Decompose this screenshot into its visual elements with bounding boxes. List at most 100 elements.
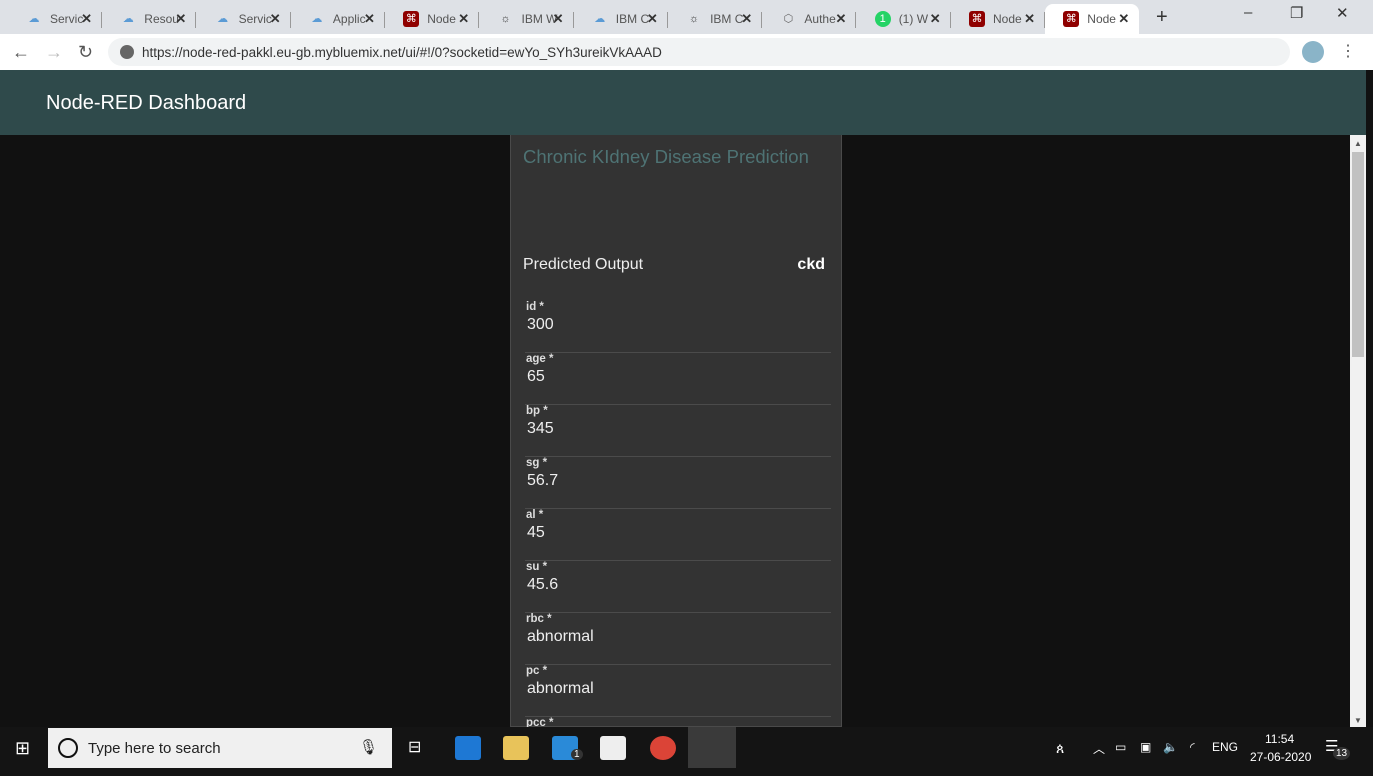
url-field[interactable]: https://node-red-pakkl.eu-gb.mybluemix.n… bbox=[108, 38, 1290, 66]
field-label: pc * bbox=[526, 665, 548, 677]
field-input[interactable]: abnormal bbox=[527, 628, 594, 646]
browser-tab[interactable]: ☁ IBM C ✕ bbox=[574, 4, 668, 34]
security-alert-icon[interactable]: ▣ bbox=[1140, 740, 1151, 754]
browser-tab[interactable]: ☁ Applic ✕ bbox=[291, 4, 385, 34]
back-button[interactable]: ← bbox=[12, 42, 30, 63]
page-scrollbar[interactable]: ▲ ▼ bbox=[1350, 135, 1366, 727]
close-tab-icon[interactable]: ✕ bbox=[1118, 11, 1129, 27]
cloud-icon: ☁ bbox=[594, 13, 606, 25]
scroll-up-icon[interactable]: ▲ bbox=[1354, 139, 1362, 148]
scroll-down-icon[interactable]: ▼ bbox=[1354, 716, 1362, 725]
card-title: Chronic KIdney Disease Prediction bbox=[523, 146, 809, 167]
close-tab-icon[interactable]: ✕ bbox=[458, 11, 469, 27]
field-input[interactable]: abnormal bbox=[527, 680, 594, 698]
browser-tab[interactable]: ⬡ Authe ✕ bbox=[762, 4, 857, 34]
browser-tab[interactable]: ☼ IBM W ✕ bbox=[480, 4, 574, 34]
browser-tab[interactable]: ☁ Servic ✕ bbox=[8, 4, 102, 34]
field-input[interactable]: 45.6 bbox=[527, 576, 558, 594]
form-field-sg[interactable]: sg * 56.7 bbox=[525, 457, 831, 509]
minimize-button[interactable]: – bbox=[1244, 4, 1252, 21]
watson-icon: ☼ bbox=[689, 13, 700, 25]
show-hidden-icons[interactable]: ︿ bbox=[1093, 740, 1105, 757]
windows-start-icon[interactable]: ⊞ bbox=[15, 738, 30, 759]
clock-time[interactable]: 11:54 bbox=[1265, 732, 1294, 746]
url-text: https://node-red-pakkl.eu-gb.mybluemix.n… bbox=[142, 44, 662, 60]
field-label: rbc * bbox=[526, 613, 552, 625]
cloud-icon: ☁ bbox=[28, 13, 40, 25]
node-red-icon: ⌘ bbox=[1063, 11, 1080, 27]
close-tab-icon[interactable]: ✕ bbox=[364, 11, 375, 27]
reload-button[interactable]: ↻ bbox=[78, 42, 93, 63]
form-field-id[interactable]: id * 300 bbox=[525, 301, 831, 353]
profile-avatar[interactable] bbox=[1302, 41, 1324, 63]
task-view-icon[interactable]: ⊟ bbox=[408, 737, 421, 757]
mail-badge: 1 bbox=[571, 749, 583, 760]
field-input[interactable]: 56.7 bbox=[527, 472, 558, 490]
close-tab-icon[interactable]: ✕ bbox=[930, 11, 941, 27]
node-red-icon: ⌘ bbox=[403, 11, 420, 27]
chrome-profile-taskbar-button[interactable] bbox=[688, 727, 736, 768]
volume-icon[interactable]: 🔈 bbox=[1163, 740, 1178, 754]
taskbar-search-input[interactable]: Type here to search 🎙 bbox=[48, 728, 392, 768]
cloud-icon: ☁ bbox=[217, 13, 229, 25]
close-tab-icon[interactable]: ✕ bbox=[553, 11, 564, 27]
restore-button[interactable]: ❐ bbox=[1290, 4, 1303, 22]
browser-tab[interactable]: ⌘ Node ✕ bbox=[385, 4, 480, 34]
form-field-al[interactable]: al * 45 bbox=[525, 509, 831, 561]
browser-tab[interactable]: ☼ IBM C ✕ bbox=[668, 4, 763, 34]
taskbar: ⊞ Type here to search 🎙 ⊟ 1 ጰ ︿ ▭ ▣ 🔈 ◜ E… bbox=[0, 727, 1373, 776]
field-label: bp * bbox=[526, 405, 548, 417]
field-input[interactable]: 300 bbox=[527, 316, 554, 334]
forward-button[interactable]: → bbox=[45, 42, 63, 63]
field-label: age * bbox=[526, 353, 554, 365]
browser-tab[interactable]: ⌘ Node ✕ bbox=[1045, 4, 1140, 34]
cloud-icon: ☁ bbox=[311, 13, 323, 25]
browser-tab[interactable]: ⌘ Node ✕ bbox=[951, 4, 1045, 34]
close-tab-icon[interactable]: ✕ bbox=[81, 11, 92, 27]
language-indicator[interactable]: ENG bbox=[1212, 740, 1238, 754]
field-label: id * bbox=[526, 301, 544, 313]
field-input[interactable]: 45 bbox=[527, 524, 545, 542]
whatsapp-icon: 1 bbox=[874, 11, 891, 27]
prediction-card: Chronic KIdney Disease Prediction Predic… bbox=[510, 135, 842, 769]
page-title: Node-RED Dashboard bbox=[46, 92, 247, 114]
close-tab-icon[interactable]: ✕ bbox=[270, 11, 281, 27]
predicted-output-value: ckd bbox=[797, 256, 825, 273]
form-field-su[interactable]: su * 45.6 bbox=[525, 561, 831, 613]
store-icon[interactable] bbox=[600, 736, 626, 760]
search-placeholder: Type here to search bbox=[88, 739, 221, 757]
field-label: su * bbox=[526, 561, 548, 573]
notification-count: 13 bbox=[1333, 747, 1351, 760]
close-tab-icon[interactable]: ✕ bbox=[741, 11, 752, 27]
globe-icon bbox=[120, 45, 134, 59]
form-field-rbc[interactable]: rbc * abnormal bbox=[525, 613, 831, 665]
close-tab-icon[interactable]: ✕ bbox=[175, 11, 186, 27]
form-field-age[interactable]: age * 65 bbox=[525, 353, 831, 405]
browser-tab[interactable]: ☁ Servic ✕ bbox=[197, 4, 291, 34]
browser-menu-icon[interactable]: ⋮ bbox=[1340, 41, 1356, 61]
browser-tab[interactable]: 1 (1) W ✕ bbox=[857, 4, 951, 34]
predicted-output-label: Predicted Output bbox=[523, 256, 644, 273]
form-field-pc[interactable]: pc * abnormal bbox=[525, 665, 831, 717]
close-tab-icon[interactable]: ✕ bbox=[647, 11, 658, 27]
people-icon[interactable]: ጰ bbox=[1056, 740, 1064, 757]
close-tab-icon[interactable]: ✕ bbox=[1024, 11, 1035, 27]
wifi-icon[interactable]: ◜ bbox=[1190, 740, 1195, 754]
clock-date[interactable]: 27-06-2020 bbox=[1250, 750, 1311, 764]
microphone-icon[interactable]: 🎙 bbox=[359, 738, 378, 756]
close-window-button[interactable]: ✕ bbox=[1336, 4, 1349, 22]
field-input[interactable]: 345 bbox=[527, 420, 554, 438]
battery-icon[interactable]: ▭ bbox=[1115, 740, 1126, 754]
form-field-bp[interactable]: bp * 345 bbox=[525, 405, 831, 457]
edge-icon[interactable] bbox=[455, 736, 481, 760]
node-red-icon: ⌘ bbox=[969, 11, 985, 27]
scroll-thumb[interactable] bbox=[1352, 152, 1364, 357]
close-tab-icon[interactable]: ✕ bbox=[835, 11, 846, 27]
dashboard-header: Node-RED Dashboard bbox=[0, 70, 1366, 135]
file-explorer-icon[interactable] bbox=[503, 736, 529, 760]
new-tab-button[interactable]: + bbox=[1156, 6, 1168, 29]
browser-tab[interactable]: ☁ Resou ✕ bbox=[102, 4, 197, 34]
cortana-icon bbox=[58, 738, 78, 758]
chrome-icon[interactable] bbox=[650, 736, 676, 760]
field-input[interactable]: 65 bbox=[527, 368, 545, 386]
